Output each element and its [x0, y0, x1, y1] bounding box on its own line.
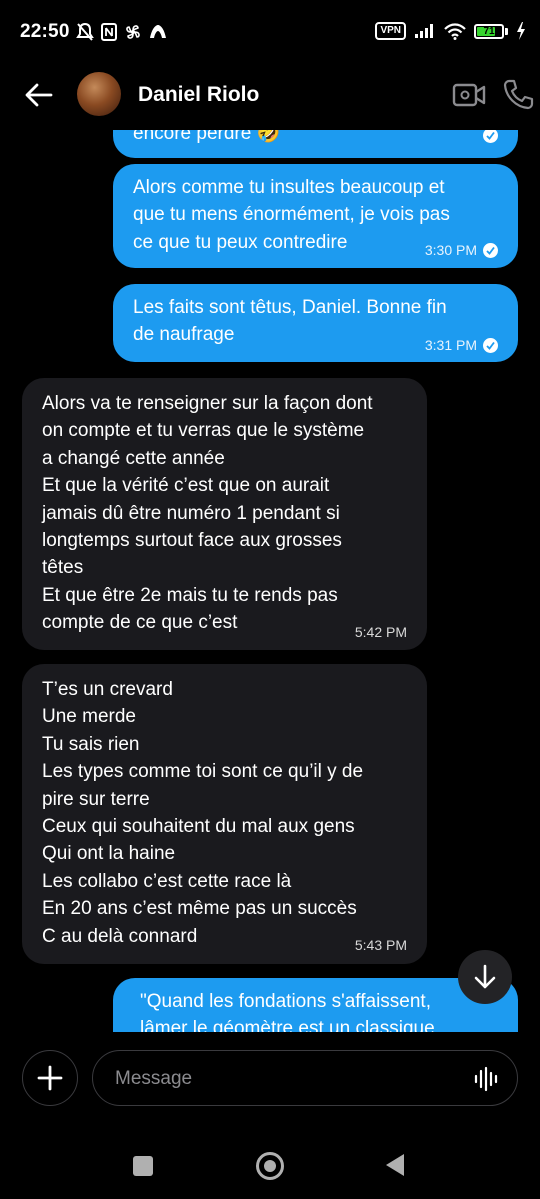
message-text: Alors comme tu insultes beaucoup et que …: [133, 177, 450, 253]
vpn-badge: VPN: [375, 22, 406, 40]
message-text: T’es un crevard Une merde Tu sais rien L…: [42, 679, 364, 947]
system-navigation-bar: [0, 1132, 540, 1199]
battery-indicator: 71: [474, 23, 508, 39]
message-bubble[interactable]: Alors va te renseigner sur la façon dont…: [22, 378, 427, 650]
message-meta: 3:30 PM: [425, 237, 498, 264]
app-icon: [150, 25, 166, 38]
message-input[interactable]: [113, 1051, 447, 1107]
avatar[interactable]: [77, 72, 121, 116]
conversation-header: Daniel Riolo: [0, 64, 540, 130]
message-bubble[interactable]: encore perdre 🤣: [113, 130, 518, 158]
nfc-icon: [101, 23, 117, 41]
scroll-to-bottom-button[interactable]: [458, 950, 512, 1004]
read-check-icon: [483, 243, 498, 259]
call-button[interactable]: [502, 78, 534, 110]
message-bubble[interactable]: T’es un crevard Une merde Tu sais rien L…: [22, 664, 427, 964]
phone-icon: [503, 79, 534, 110]
message-input-container[interactable]: [92, 1050, 518, 1107]
video-call-button[interactable]: [452, 80, 486, 110]
message-time: 5:42 PM: [354, 624, 407, 640]
voice-message-button[interactable]: [473, 1066, 499, 1092]
message-meta: 5:43 PM: [355, 932, 407, 959]
message-text: "Quand les fondations s'affaissent, lâme…: [140, 991, 435, 1032]
message-bubble[interactable]: Alors comme tu insultes beaucoup et que …: [113, 164, 518, 268]
home-icon[interactable]: [256, 1152, 284, 1180]
battery-percent: 71: [483, 25, 495, 37]
notification-icons: [76, 22, 168, 42]
back-button[interactable]: [22, 78, 56, 112]
message-text: Les faits sont têtus, Daniel. Bonne fin …: [133, 297, 447, 346]
message-bubble[interactable]: "Quand les fondations s'affaissent, lâme…: [113, 978, 518, 1032]
add-attachment-button[interactable]: [22, 1050, 78, 1106]
message-text: encore perdre 🤣: [133, 130, 281, 144]
video-camera-icon: [452, 83, 486, 107]
message-meta: [483, 130, 498, 143]
mute-bell-icon: [76, 22, 94, 41]
status-bar: 22:50 VPN 71: [0, 0, 540, 64]
back-triangle-icon[interactable]: [386, 1154, 404, 1176]
message-meta: 5:42 PM: [355, 619, 407, 646]
message-bubble[interactable]: Les faits sont têtus, Daniel. Bonne fin …: [113, 284, 518, 362]
clock: 22:50: [20, 21, 70, 42]
plus-icon: [37, 1065, 63, 1091]
message-composer: [0, 1032, 540, 1132]
system-indicators: VPN 71: [375, 22, 526, 40]
message-time: 3:30 PM: [424, 242, 477, 258]
charging-bolt-icon: [517, 22, 525, 40]
contact-name[interactable]: Daniel Riolo: [138, 83, 259, 107]
read-check-icon: [483, 130, 498, 143]
pinwheel-icon: [126, 25, 140, 39]
message-text: Alors va te renseigner sur la façon dont…: [42, 393, 373, 634]
arrow-down-icon: [474, 964, 496, 989]
message-time: 3:31 PM: [424, 337, 477, 353]
arrow-left-icon: [25, 83, 53, 107]
message-meta: 3:31 PM: [425, 332, 498, 359]
wifi-icon: [444, 22, 466, 40]
signal-icon: [415, 24, 433, 38]
voice-wave-icon: [474, 1066, 498, 1092]
read-check-icon: [483, 338, 498, 354]
recent-apps-icon[interactable]: [133, 1156, 153, 1176]
message-list[interactable]: encore perdre 🤣 Alors comme tu insultes …: [0, 130, 540, 1032]
message-time: 5:43 PM: [354, 937, 407, 953]
